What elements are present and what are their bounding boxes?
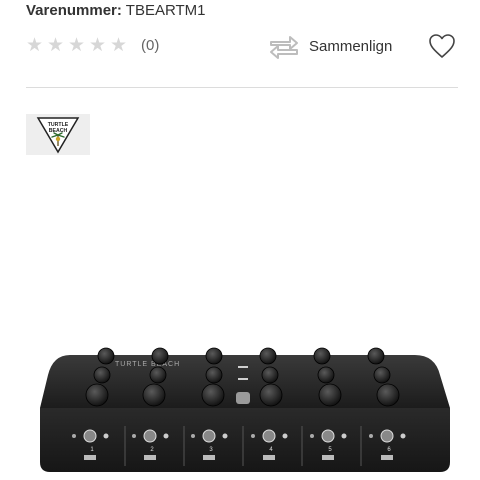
divider [26, 87, 458, 88]
heart-icon[interactable] [428, 33, 456, 59]
brand-logo[interactable]: TURTLE BEACH [26, 114, 90, 155]
product-image[interactable]: TURTLE BEACH 1 2 3 4 5 6 [20, 300, 470, 480]
turtle-beach-logo: TURTLE BEACH [36, 116, 80, 153]
compare-label: Sammenlign [309, 37, 393, 55]
sku-value: TBEARTM1 [125, 2, 206, 19]
star-icon[interactable]: ★ [47, 36, 66, 55]
sku-label: Varenummer: [26, 2, 122, 19]
star-icon[interactable]: ★ [26, 36, 45, 55]
sku-line: Varenummer: TBEARTM1 [26, 2, 206, 19]
svg-text:TURTLE BEACH: TURTLE BEACH [115, 361, 180, 368]
rating-row[interactable]: ★ ★ ★ ★ ★ (0) [26, 36, 159, 55]
star-icon[interactable]: ★ [68, 36, 87, 55]
compare-arrows-icon [270, 36, 298, 59]
star-rating[interactable]: ★ ★ ★ ★ ★ [26, 36, 129, 55]
compare-button[interactable]: Sammenlign [268, 31, 392, 61]
review-count[interactable]: (0) [141, 37, 159, 54]
svg-text:BEACH: BEACH [49, 128, 68, 134]
star-icon[interactable]: ★ [89, 36, 108, 55]
star-icon[interactable]: ★ [110, 36, 129, 55]
